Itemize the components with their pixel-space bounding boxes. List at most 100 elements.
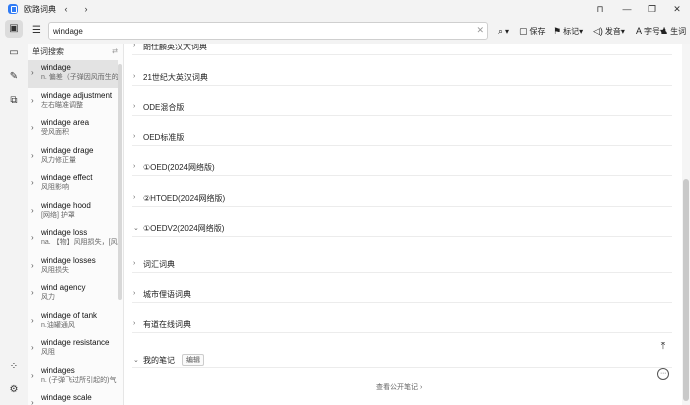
dictionary-name: 21世纪大英汉词典 <box>143 73 208 82</box>
search-input[interactable] <box>53 23 473 39</box>
my-notes-label: 我的笔记 <box>143 356 175 365</box>
minimize-button[interactable]: — <box>620 2 634 16</box>
back-button[interactable]: ‹ <box>60 3 72 15</box>
app-logo-icon <box>8 4 18 14</box>
chevron-right-icon: › <box>31 95 34 105</box>
word-item[interactable]: › windage of tank n.油罐通风 <box>28 308 118 336</box>
chevron-right-icon: › <box>31 288 34 297</box>
word-list: › windage n. 偏差（子弹因风而生的 › windage adjustmen… <box>28 60 118 405</box>
mark-button[interactable]: ⚑ 标记▾ <box>553 26 583 37</box>
word-definition: 风阻 <box>41 349 55 356</box>
word-item[interactable]: › windage loss na. 【物】风阻损失，[风 <box>28 225 118 253</box>
dictionary-section[interactable]: › 有道在线词典 <box>132 319 672 333</box>
dictionary-section[interactable]: › ①OED(2024网络版) <box>132 162 672 176</box>
dictionary-section[interactable]: › 21世纪大英汉词典 <box>132 72 672 86</box>
chevron-right-icon: › <box>133 73 136 80</box>
word-item[interactable]: › windages n. (子弹飞过所引起的)气 <box>28 363 118 391</box>
chevron-down-icon: ⌄ <box>133 357 139 364</box>
word-definition: na. 【物】风阻损失，[风 <box>41 239 118 246</box>
my-notes-section[interactable]: ⌄ 我的笔记 编辑 <box>132 354 672 368</box>
dictionary-section[interactable]: › ODE混合版 <box>132 102 672 116</box>
search-button[interactable]: ⌕ ▾ <box>498 26 509 37</box>
public-notes-label: 查看公开笔记 <box>376 384 418 391</box>
word-headword: windage scale <box>41 393 92 402</box>
mark-label: 标记 <box>563 27 580 36</box>
word-item[interactable]: › windage losses 风阻损失 <box>28 253 118 281</box>
list-icon[interactable]: ☰ <box>32 25 41 36</box>
close-button[interactable]: ✕ <box>670 2 684 16</box>
word-item[interactable]: › windage drage 风力修正量 <box>28 143 118 171</box>
chevron-right-icon: › <box>31 370 34 380</box>
word-item[interactable]: › windage area 受风面积 <box>28 115 118 143</box>
pronounce-button[interactable]: ◁) 发音▾ <box>593 26 625 37</box>
dictionary-section[interactable]: › ②HTOED(2024网络版) <box>132 193 672 207</box>
chevron-right-icon: › <box>31 178 34 187</box>
search-icon: ⌕ <box>498 26 504 36</box>
dictionary-section[interactable]: ⌄ ①OEDV2(2024网络版) <box>132 223 672 237</box>
pin-window-icon[interactable]: ⊓ <box>593 2 607 16</box>
dictionary-name: 朗仕麟英汉大词典 <box>143 44 207 51</box>
word-definition: n.油罐通风 <box>41 321 75 329</box>
vocab-icon: ♟ <box>660 26 669 36</box>
search-box: ✕ <box>48 22 488 40</box>
dictionary-icon[interactable]: ▣ <box>5 20 23 38</box>
word-item[interactable]: › windage n. 偏差（子弹因风而生的 <box>28 60 118 88</box>
forward-button[interactable]: › <box>80 3 92 15</box>
nav-rail: ▣ ▭ ✎ ⧉ ⁘ ⚙ <box>0 18 28 405</box>
dictionary-name: ①OEDV2(2024网络版) <box>143 224 225 233</box>
chevron-right-icon: › <box>31 205 34 215</box>
dictionary-section[interactable]: › 朗仕麟英汉大词典 <box>132 44 672 55</box>
word-item[interactable]: › windage hood [网络] 护罩 <box>28 198 118 226</box>
dictionary-section[interactable]: › 词汇词典 <box>132 259 672 273</box>
book-icon[interactable]: ▭ <box>5 44 23 62</box>
word-definition: 风力 <box>41 294 55 301</box>
apps-icon[interactable]: ⁘ <box>5 358 23 376</box>
chevron-right-icon: › <box>133 290 136 297</box>
word-item[interactable]: › windage resistance 风阻 <box>28 335 118 363</box>
view-public-notes-link[interactable]: 查看公开笔记 › <box>376 382 422 392</box>
word-item[interactable]: › windage scale <box>28 390 118 405</box>
maximize-button[interactable]: ❐ <box>645 2 659 16</box>
word-headword: wind agency <box>41 283 86 292</box>
word-headword: windage loss <box>41 228 88 237</box>
pen-icon[interactable]: ✎ <box>5 68 23 86</box>
word-definition: [网络] 护罩 <box>41 211 75 219</box>
vocab-button[interactable]: ♟ 生词 <box>660 26 686 37</box>
scrollbar-thumb[interactable] <box>683 179 689 401</box>
word-item[interactable]: › windage adjustment 左右瞄准调整 <box>28 88 118 116</box>
back-to-top-icon[interactable]: ⤒ <box>656 340 670 354</box>
word-definition: 受风面积 <box>41 129 69 136</box>
sidebar-scrollbar[interactable] <box>118 64 122 300</box>
dictionary-name: OED标准版 <box>143 133 185 142</box>
pronounce-dropdown-icon: ▾ <box>620 27 625 36</box>
panel-header: 单词搜索 ⇄ <box>28 44 123 60</box>
save-icon: ▢ <box>519 26 528 36</box>
chevron-right-icon: › <box>133 103 136 110</box>
chevron-right-icon: › <box>31 398 34 405</box>
word-definition: n. 偏差（子弹因风而生的 <box>41 74 118 81</box>
dictionary-section[interactable]: › OED标准版 <box>132 132 672 146</box>
word-definition: 风力修正量 <box>41 156 76 164</box>
panel-title: 单词搜索 <box>32 47 64 56</box>
word-item[interactable]: › wind agency 风力 <box>28 280 118 308</box>
definition-panel: › 朗仕麟英汉大词典 › 21世纪大英汉词典 › ODE混合版 › OED标准版 › ①O… <box>124 44 682 405</box>
word-item[interactable]: › windage effect 风阻影响 <box>28 170 118 198</box>
swap-icon[interactable]: ⇄ <box>112 44 118 60</box>
dictionary-name: 有道在线词典 <box>143 320 191 329</box>
clear-icon[interactable]: ✕ <box>476 25 484 36</box>
more-options-icon[interactable]: ⋯ <box>657 368 669 380</box>
word-definition: 风阻损失 <box>41 266 69 274</box>
dictionary-section[interactable]: › 城市俚语词典 <box>132 289 672 303</box>
word-definition: 风阻影响 <box>41 184 69 191</box>
mark-dropdown-icon: ▾ <box>579 27 584 36</box>
pronounce-label: 发音 <box>604 27 621 36</box>
save-button[interactable]: ▢ 保存 <box>519 26 546 37</box>
dictionary-name: ①OED(2024网络版) <box>143 163 215 172</box>
dictionary-name: ODE混合版 <box>143 103 185 112</box>
translate-icon[interactable]: ⧉ <box>5 92 23 110</box>
edit-notes-button[interactable]: 编辑 <box>182 354 204 366</box>
content-scrollbar[interactable] <box>682 44 690 405</box>
settings-icon[interactable]: ⚙ <box>5 381 23 399</box>
word-headword: windage of tank <box>41 310 98 320</box>
word-headword: windage <box>41 63 71 72</box>
